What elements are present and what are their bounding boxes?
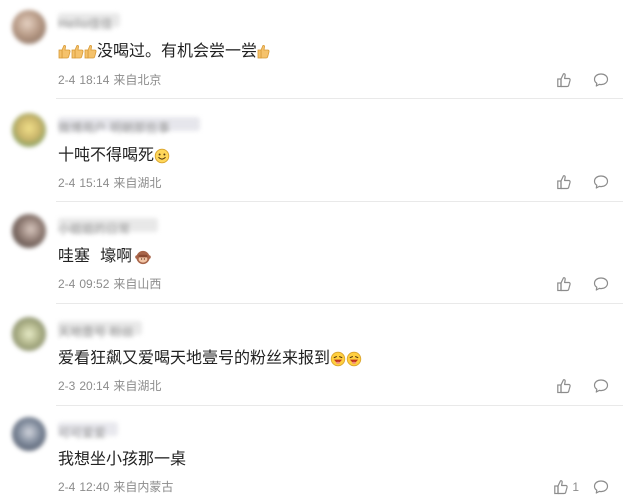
like-count: 1	[572, 480, 579, 494]
comment-item: 小姐姐的日常 哇塞 壕啊 2-4 09:52 来自山西	[0, 202, 623, 304]
comment-bubble-icon	[593, 479, 609, 495]
comment-time: 09:52	[79, 277, 110, 291]
avatar-image	[12, 417, 46, 451]
like-button[interactable]: 1	[553, 479, 579, 495]
comment-time: 12:40	[79, 480, 110, 494]
thumbs-up-emoji-icon	[58, 44, 71, 59]
comment-date: 2-4	[58, 277, 76, 291]
laughing-emoji-icon	[330, 351, 346, 367]
avatar-image	[12, 10, 46, 44]
avatar[interactable]	[12, 113, 46, 147]
like-button[interactable]	[556, 378, 575, 394]
divider	[56, 98, 623, 99]
comment-date: 2-4	[58, 73, 76, 87]
avatar[interactable]	[12, 10, 46, 44]
thumbs-up-emoji-icon	[257, 44, 270, 59]
reply-button[interactable]	[593, 174, 609, 190]
comment-text-body: 我想坐小孩那一桌	[58, 449, 187, 468]
reply-button[interactable]	[593, 72, 609, 88]
comment-actions	[556, 72, 609, 88]
comment-date: 2-4	[58, 176, 76, 190]
comment-meta: 2-4 12:40 来自内蒙古	[58, 480, 173, 494]
avatar[interactable]	[12, 317, 46, 351]
avatar[interactable]	[12, 214, 46, 248]
comment-location: 来自湖北	[113, 176, 162, 190]
username[interactable]: Hello佳佳	[58, 13, 120, 31]
comment-text-body: 爱看狂飙又爱喝天地壹号的粉丝来报到	[58, 348, 331, 367]
laughing-emoji-icon	[346, 351, 362, 367]
reply-button[interactable]	[593, 479, 609, 495]
comment-bubble-icon	[593, 72, 609, 88]
comment-location: 来自山西	[113, 277, 162, 291]
comment-item: 微博用户 明朝那些事 十吨不得喝死 2-4 15:14 来自湖北	[0, 100, 623, 202]
comment-actions: 1	[553, 479, 609, 495]
comment-text-body: 十吨不得喝死	[58, 145, 155, 164]
username[interactable]: 小姐姐的日常	[58, 218, 158, 236]
avatar-image	[12, 214, 46, 248]
comment-item: 天地壹号 粉丝 爱看狂飙又爱喝天地壹号的粉丝来报到 2-3 20:14 来自湖北	[0, 304, 623, 406]
comment-bubble-icon	[593, 378, 609, 394]
comment-actions	[556, 174, 609, 190]
smiley-emoji-icon	[154, 148, 170, 164]
like-button[interactable]	[556, 276, 575, 292]
comment-bubble-icon	[593, 174, 609, 190]
comment-actions	[556, 378, 609, 394]
comment-text-body: 没喝过。有机会尝一尝	[97, 41, 258, 60]
comment-text: 我想坐小孩那一桌	[58, 448, 186, 470]
comment-date: 2-3	[58, 379, 76, 393]
reply-button[interactable]	[593, 276, 609, 292]
comment-text: 爱看狂飙又爱喝天地壹号的粉丝来报到	[58, 347, 362, 369]
thumbs-up-icon	[556, 378, 572, 394]
comment-date: 2-4	[58, 480, 76, 494]
like-button[interactable]	[556, 72, 575, 88]
thumbs-up-emoji-icon	[84, 44, 97, 59]
comment-text-body: 哇塞 壕啊	[58, 246, 133, 265]
comment-location: 来自内蒙古	[113, 480, 174, 494]
like-button[interactable]	[556, 174, 575, 190]
comment-meta: 2-3 20:14 来自湖北	[58, 379, 161, 393]
comment-meta: 2-4 09:52 来自山西	[58, 277, 161, 291]
username-text: 可可爱爱	[58, 426, 107, 440]
comment-text: 没喝过。有机会尝一尝	[58, 40, 270, 62]
comment-actions	[556, 276, 609, 292]
username-text: Hello佳佳	[58, 17, 113, 31]
comment-text: 十吨不得喝死	[58, 144, 170, 166]
comment-time: 15:14	[79, 176, 110, 190]
thumbs-up-icon	[556, 174, 572, 190]
username-text: 天地壹号 粉丝	[58, 325, 134, 339]
username[interactable]: 微博用户 明朝那些事	[58, 117, 200, 135]
comment-item: Hello佳佳 没喝过。有机会尝一尝 2-4 18:14 来自北京	[0, 0, 623, 100]
comment-text: 哇塞 壕啊	[58, 245, 151, 267]
comment-meta: 2-4 18:14 来自北京	[58, 73, 161, 87]
avatar-image	[12, 317, 46, 351]
comment-bubble-icon	[593, 276, 609, 292]
comment-meta: 2-4 15:14 来自湖北	[58, 176, 161, 190]
comment-time: 18:14	[79, 73, 110, 87]
comment-location: 来自湖北	[113, 379, 162, 393]
comment-item: 可可爱爱 我想坐小孩那一桌 2-4 12:40 来自内蒙古 1	[0, 406, 623, 504]
thumbs-up-icon	[556, 72, 572, 88]
avatar-image	[12, 113, 46, 147]
thumbs-up-icon	[556, 276, 572, 292]
username-text: 小姐姐的日常	[58, 222, 131, 236]
username[interactable]: 天地壹号 粉丝	[58, 321, 142, 339]
thumbs-up-icon	[553, 479, 569, 495]
username[interactable]: 可可爱爱	[58, 422, 118, 440]
thumbs-up-emoji-icon	[71, 44, 84, 59]
monkey-emoji-icon	[135, 249, 151, 265]
username-text: 微博用户 明朝那些事	[58, 121, 170, 135]
comment-time: 20:14	[79, 379, 110, 393]
comment-location: 来自北京	[113, 73, 162, 87]
avatar[interactable]	[12, 417, 46, 451]
reply-button[interactable]	[593, 378, 609, 394]
